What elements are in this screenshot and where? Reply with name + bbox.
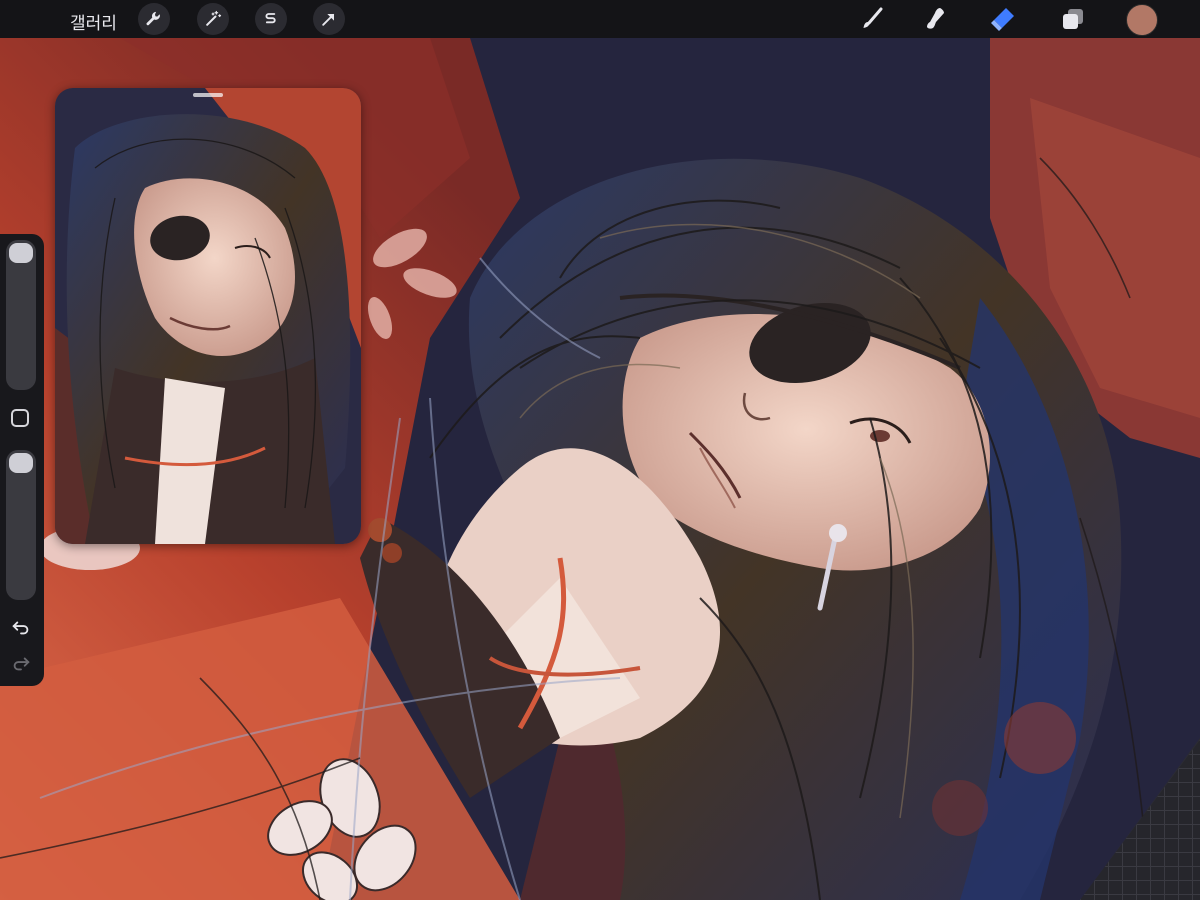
redo-arrow-icon[interactable] xyxy=(8,652,34,674)
arrow-cursor-icon[interactable] xyxy=(313,3,345,35)
layers-icon[interactable] xyxy=(1058,4,1088,34)
brush-opacity-slider[interactable] xyxy=(6,450,36,600)
brush-icon[interactable] xyxy=(858,4,888,34)
brush-opacity-thumb[interactable] xyxy=(9,453,33,473)
color-swatch[interactable] xyxy=(1126,4,1158,36)
undo-arrow-icon[interactable] xyxy=(8,616,34,638)
selection-s-icon[interactable] xyxy=(255,3,287,35)
reference-image xyxy=(55,88,361,544)
left-sidebar xyxy=(0,234,44,686)
square-icon[interactable] xyxy=(11,409,29,427)
gallery-button[interactable]: 갤러리 xyxy=(70,9,117,34)
magic-wand-icon[interactable] xyxy=(197,3,229,35)
eraser-icon[interactable] xyxy=(988,4,1018,34)
brush-size-slider[interactable] xyxy=(6,240,36,390)
brush-size-thumb[interactable] xyxy=(9,243,33,263)
reference-window[interactable] xyxy=(55,88,361,544)
drawing-canvas[interactable] xyxy=(0,38,1200,900)
smudge-icon[interactable] xyxy=(920,4,950,34)
reference-drag-handle[interactable] xyxy=(193,93,223,97)
wrench-icon[interactable] xyxy=(138,3,170,35)
top-toolbar: 갤러리 xyxy=(0,0,1200,38)
